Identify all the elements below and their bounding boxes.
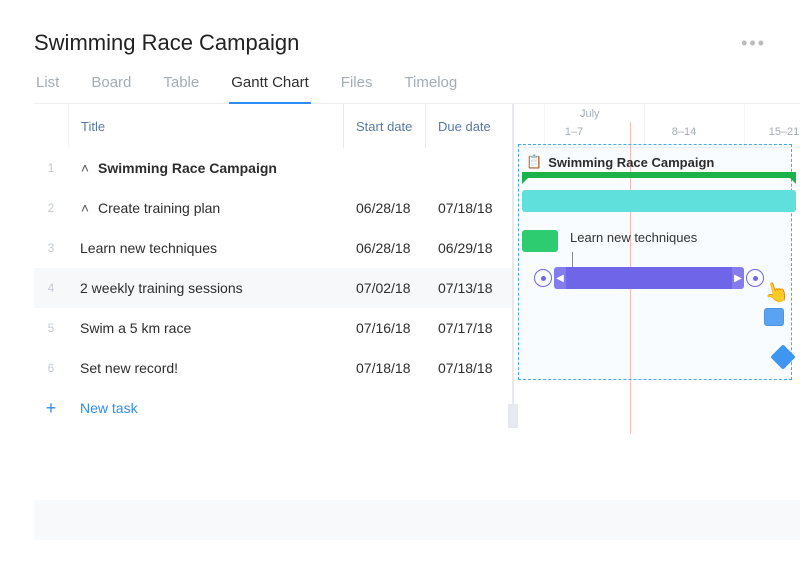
- row-number: 6: [34, 361, 68, 375]
- col-title[interactable]: Title: [68, 104, 344, 148]
- new-task-label[interactable]: New task: [68, 400, 344, 416]
- footer-stripe: [34, 500, 800, 540]
- row-number: 3: [34, 241, 68, 255]
- due-date-cell[interactable]: 07/18/18: [426, 360, 514, 376]
- start-date-cell[interactable]: 07/16/18: [344, 320, 426, 336]
- due-date-cell[interactable]: 07/13/18: [426, 280, 514, 296]
- task-title-cell[interactable]: ˄ Swimming Race Campaign: [68, 160, 344, 176]
- task-title-cell[interactable]: 2 weekly training sessions: [68, 280, 344, 296]
- chevron-down-icon[interactable]: ˄: [80, 200, 90, 216]
- gantt-project-label[interactable]: 📋 Swimming Race Campaign: [526, 154, 714, 170]
- dependency-node-right[interactable]: [746, 269, 764, 287]
- task-title: Create training plan: [98, 200, 220, 216]
- due-date-cell[interactable]: 06/29/18: [426, 240, 514, 256]
- clipboard-icon: 📋: [526, 154, 542, 170]
- tab-table[interactable]: Table: [161, 74, 201, 103]
- task-title: Swimming Race Campaign: [98, 160, 277, 176]
- task-title-cell[interactable]: Set new record!: [68, 360, 344, 376]
- dependency-node-left[interactable]: [534, 269, 552, 287]
- row-number: 4: [34, 281, 68, 295]
- row-number: 5: [34, 321, 68, 335]
- col-start-date[interactable]: Start date: [344, 104, 426, 148]
- start-date-cell[interactable]: 06/28/18: [344, 240, 426, 256]
- view-tabs: List Board Table Gantt Chart Files Timelog: [34, 74, 800, 104]
- task-title-cell[interactable]: Learn new techniques: [68, 240, 344, 256]
- gantt-bar-swim-5km[interactable]: [764, 308, 784, 326]
- task-title-cell[interactable]: ˄ Create training plan: [68, 200, 344, 216]
- task-title: Learn new techniques: [80, 240, 217, 256]
- start-date-cell[interactable]: 06/28/18: [344, 200, 426, 216]
- table-row[interactable]: 4 2 weekly training sessions 07/02/1807/13…: [34, 268, 514, 308]
- table-row[interactable]: 6 Set new record! 07/18/1807/18/18: [34, 348, 514, 388]
- gantt-bar-learn-techniques[interactable]: [522, 230, 558, 252]
- gantt-chart[interactable]: July 1–7 8–14 15–21 📋 Swimming Race Camp…: [514, 104, 800, 434]
- gantt-bar-weekly-sessions[interactable]: ◀ ▶: [534, 266, 764, 290]
- tab-gantt-chart[interactable]: Gantt Chart: [229, 74, 311, 103]
- tab-files[interactable]: Files: [339, 74, 375, 103]
- table-header: Title Start date Due date: [34, 104, 514, 148]
- tab-board[interactable]: Board: [89, 74, 133, 103]
- more-menu-icon[interactable]: •••: [741, 33, 766, 54]
- gantt-group-bar[interactable]: [522, 172, 796, 178]
- chevron-down-icon[interactable]: ˄: [80, 160, 90, 176]
- plus-icon[interactable]: +: [34, 398, 68, 419]
- table-row[interactable]: 1 ˄ Swimming Race Campaign: [34, 148, 514, 188]
- col-due-date[interactable]: Due date: [426, 104, 514, 148]
- bar-resize-handle-right[interactable]: ▶: [732, 267, 744, 289]
- due-date-cell[interactable]: 07/17/18: [426, 320, 514, 336]
- table-row[interactable]: 3 Learn new techniques 06/28/1806/29/18: [34, 228, 514, 268]
- task-title: 2 weekly training sessions: [80, 280, 243, 296]
- page-title: Swimming Race Campaign: [34, 30, 299, 56]
- pane-splitter-handle[interactable]: [508, 404, 518, 428]
- table-row[interactable]: 2 ˄ Create training plan 06/28/1807/18/18: [34, 188, 514, 228]
- tab-list[interactable]: List: [34, 74, 61, 103]
- gantt-bar-label: Learn new techniques: [570, 230, 697, 245]
- gantt-month-label: July: [580, 108, 600, 120]
- gantt-range: 1–7: [514, 126, 634, 138]
- gantt-range: 8–14: [634, 126, 734, 138]
- task-title-cell[interactable]: Swim a 5 km race: [68, 320, 344, 336]
- due-date-cell[interactable]: 07/18/18: [426, 200, 514, 216]
- start-date-cell[interactable]: 07/02/18: [344, 280, 426, 296]
- gantt-bar-create-training-plan[interactable]: [522, 190, 796, 212]
- new-task-row[interactable]: + New task: [34, 388, 514, 428]
- tab-timelog[interactable]: Timelog: [402, 74, 459, 103]
- bar-resize-handle-left[interactable]: ◀: [554, 267, 566, 289]
- row-number: 1: [34, 161, 68, 175]
- gantt-selection-box: [518, 144, 792, 380]
- start-date-cell[interactable]: 07/18/18: [344, 360, 426, 376]
- table-row[interactable]: 5 Swim a 5 km race 07/16/1807/17/18: [34, 308, 514, 348]
- row-number: 2: [34, 201, 68, 215]
- task-title: Swim a 5 km race: [80, 320, 191, 336]
- task-title: Set new record!: [80, 360, 178, 376]
